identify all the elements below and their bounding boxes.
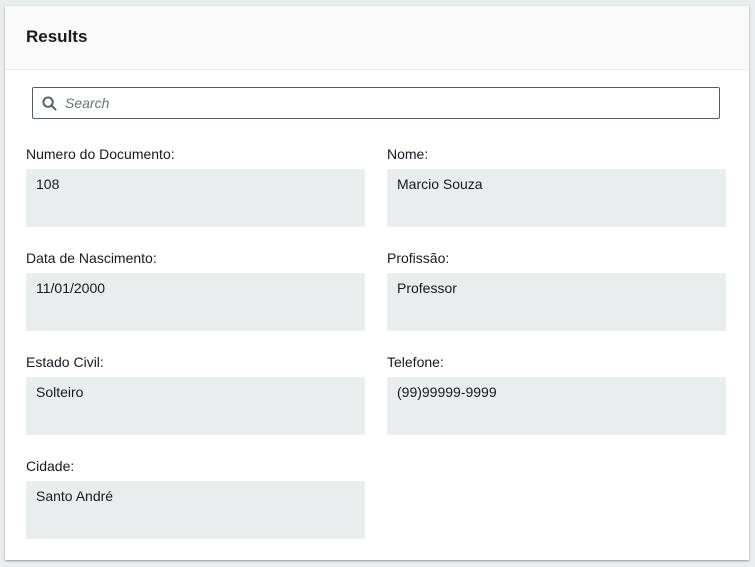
field-label: Numero do Documento: [26,146,175,162]
field-value-estado-civil: Solteiro [26,377,365,435]
field-value-telefone: (99)99999-9999 [387,377,726,435]
field-label: Profissão: [387,250,450,266]
field-value-profissao: Professor [387,273,726,331]
field-nome: Nome: Marcio Souza [387,146,726,227]
field-value-nome: Marcio Souza [387,169,726,227]
field-label: Nome: [387,146,429,162]
field-cidade: Cidade: Santo André [26,458,365,539]
field-label: Estado Civil: [26,354,104,370]
field-label: Data de Nascimento: [26,250,157,266]
search-icon [41,95,57,111]
field-value-data-de-nascimento: 11/01/2000 [26,273,365,331]
panel-title: Results [26,27,88,46]
field-numero-do-documento: Numero do Documento: 108 [26,146,365,227]
search-input[interactable] [65,89,719,117]
field-value-cidade: Santo André [26,481,365,539]
field-data-de-nascimento: Data de Nascimento: 11/01/2000 [26,250,365,331]
field-estado-civil: Estado Civil: Solteiro [26,354,365,435]
field-profissao: Profissão: Professor [387,250,726,331]
field-value-numero-do-documento: 108 [26,169,365,227]
panel-header: Results [5,6,749,70]
results-panel: Results Numero do Documento: 108 Nome: M… [5,6,749,560]
field-telefone: Telefone: (99)99999-9999 [387,354,726,435]
field-label: Cidade: [26,458,75,474]
field-label: Telefone: [387,354,444,370]
search-box[interactable] [32,87,720,119]
